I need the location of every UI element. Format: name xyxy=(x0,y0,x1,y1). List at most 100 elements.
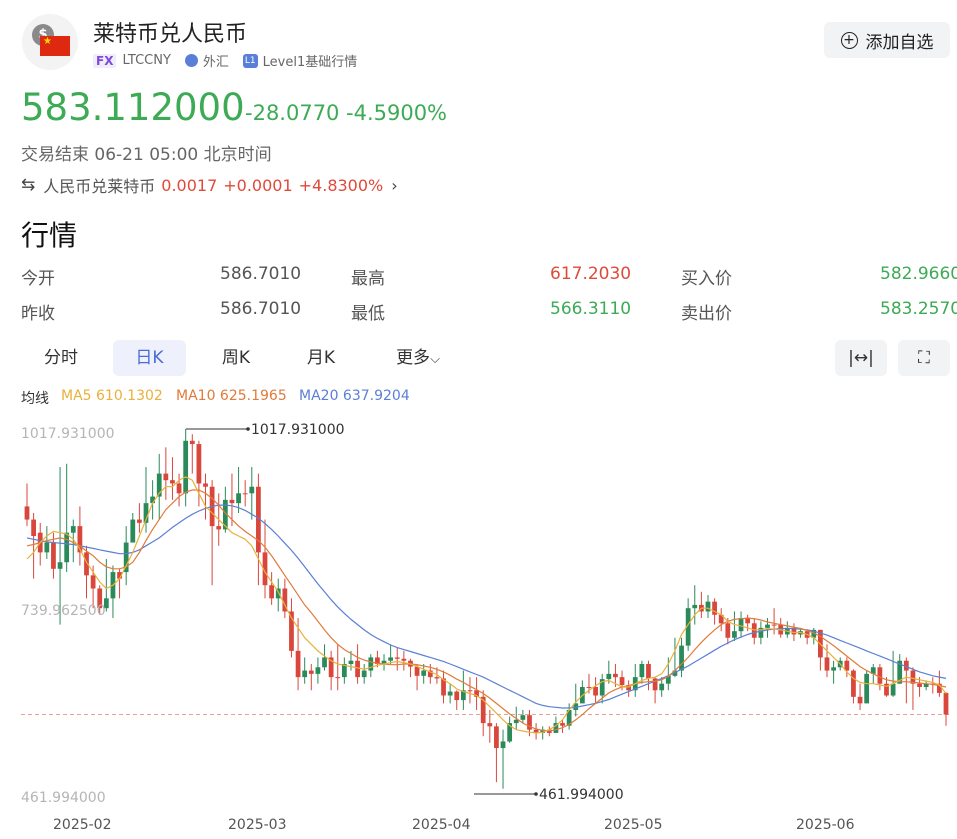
fullscreen-icon[interactable]: ⛶ xyxy=(898,340,950,376)
candle-body xyxy=(361,670,367,678)
candle-body xyxy=(249,486,255,494)
y-tick-label: 461.994000 xyxy=(21,790,106,806)
x-tick-label: 2025-03 xyxy=(228,817,287,833)
section-title: 行情 xyxy=(21,219,78,252)
candle-body xyxy=(619,677,625,686)
pair-tags: FX LTCCNY 外汇 L1 Level1基础行情 xyxy=(93,51,357,70)
candle-body xyxy=(269,585,275,599)
candle-body xyxy=(388,657,394,661)
tab-weekly-k[interactable]: 周K xyxy=(200,340,272,376)
candle-body xyxy=(500,741,506,749)
stat-value: 566.3110 xyxy=(550,299,632,319)
candle-body xyxy=(348,660,354,664)
candle-body xyxy=(692,604,698,609)
candle-body xyxy=(242,493,248,495)
candle-body xyxy=(335,677,341,679)
candle-body xyxy=(421,670,427,676)
candle-body xyxy=(877,667,883,684)
candle-body xyxy=(31,519,36,536)
add-watchlist-label: 添加自选 xyxy=(865,32,934,53)
candle-body xyxy=(183,440,189,494)
stat-label: 卖出价 xyxy=(681,304,732,324)
candle-body xyxy=(295,650,301,678)
candle-body xyxy=(824,657,830,671)
china-flag-icon: ★ xyxy=(40,36,70,56)
reverse-pair-link[interactable]: ⇆ 人民币兑莱特币 0.0017 +0.0001 +4.8300% › xyxy=(21,173,398,197)
candlestick-chart[interactable]: 1017.931000 739.962500 461.994000 1017.9… xyxy=(0,410,957,839)
swap-icon: ⇆ xyxy=(21,175,36,195)
stat-value: 586.7010 xyxy=(220,264,302,284)
add-watchlist-button[interactable]: + 添加自选 xyxy=(824,22,950,58)
symbol-code: LTCCNY xyxy=(122,53,171,68)
candle-body xyxy=(851,670,856,697)
reverse-pair-change: +0.0001 xyxy=(223,175,293,195)
candle-body xyxy=(70,526,76,533)
tab-monthly-k[interactable]: 月K xyxy=(285,340,357,376)
candle-body xyxy=(51,542,56,569)
stat-value: 582.9660 xyxy=(880,264,957,284)
last-price: 583.112000 xyxy=(21,86,245,129)
candle-body xyxy=(394,657,400,659)
candle-body xyxy=(593,686,598,696)
candle-body xyxy=(434,677,440,679)
stat-label: 买入价 xyxy=(681,269,732,289)
ma10-line xyxy=(26,489,947,732)
candle-body xyxy=(176,483,182,494)
candle-body xyxy=(64,532,70,563)
page-title: 莱特币兑人民币 xyxy=(93,22,248,47)
price-change-pct: -4.5900% xyxy=(346,101,448,125)
market-label: 外汇 xyxy=(202,55,229,70)
candle-body xyxy=(302,670,308,678)
candle-body xyxy=(857,696,863,704)
candle-body xyxy=(943,692,949,715)
candle-body xyxy=(203,483,208,487)
candle-body xyxy=(308,670,314,674)
candle-body xyxy=(679,645,684,671)
level-label: Level1基础行情 xyxy=(262,55,358,70)
tab-daily-k[interactable]: 日K xyxy=(113,340,186,376)
ma20-legend: MA20 637.9204 xyxy=(299,388,410,404)
candles-group xyxy=(24,428,949,789)
globe-icon xyxy=(184,54,198,67)
tab-more[interactable]: 更多⌵ xyxy=(378,340,458,376)
candle-body xyxy=(189,440,195,445)
tab-intraday[interactable]: 分时 xyxy=(21,340,101,376)
candle-body xyxy=(659,683,665,691)
level-badge-icon: L1 xyxy=(242,53,258,68)
candle-body xyxy=(864,673,870,704)
candle-body xyxy=(520,715,526,720)
candle-body xyxy=(90,575,96,589)
stat-label: 最低 xyxy=(351,304,385,324)
candle-body xyxy=(560,723,565,726)
candle-body xyxy=(646,663,651,679)
chevron-down-icon: ⌵ xyxy=(430,352,440,367)
expand-horizontal-icon[interactable]: |↔| xyxy=(835,340,887,376)
plus-circle-icon: + xyxy=(840,31,858,49)
candle-body xyxy=(137,519,142,523)
stat-label: 昨收 xyxy=(21,304,55,324)
candle-body xyxy=(24,506,30,520)
candle-body xyxy=(765,624,770,628)
max-annotation-dot xyxy=(246,427,250,431)
candle-body xyxy=(705,601,711,612)
candle-body xyxy=(917,683,922,687)
x-tick-label: 2025-06 xyxy=(796,817,855,833)
stat-label: 今开 xyxy=(21,269,55,289)
candle-body xyxy=(639,663,645,678)
candle-body xyxy=(368,657,374,671)
candle-body xyxy=(355,660,360,678)
candle-body xyxy=(229,499,235,504)
x-tick-label: 2025-05 xyxy=(604,817,663,833)
candle-body xyxy=(494,726,499,749)
candle-body xyxy=(57,562,63,569)
chevron-right-icon: › xyxy=(391,175,398,195)
stat-value: 586.7010 xyxy=(220,299,302,319)
candle-body xyxy=(738,618,744,632)
ma-legend-label: 均线 xyxy=(21,391,49,407)
candle-body xyxy=(613,673,618,678)
reverse-pair-change-pct: +4.8300% xyxy=(298,175,384,195)
min-annotation: 461.994000 xyxy=(539,787,624,803)
candle-body xyxy=(322,657,327,668)
candle-body xyxy=(130,519,136,543)
y-tick-label: 1017.931000 xyxy=(21,426,115,442)
